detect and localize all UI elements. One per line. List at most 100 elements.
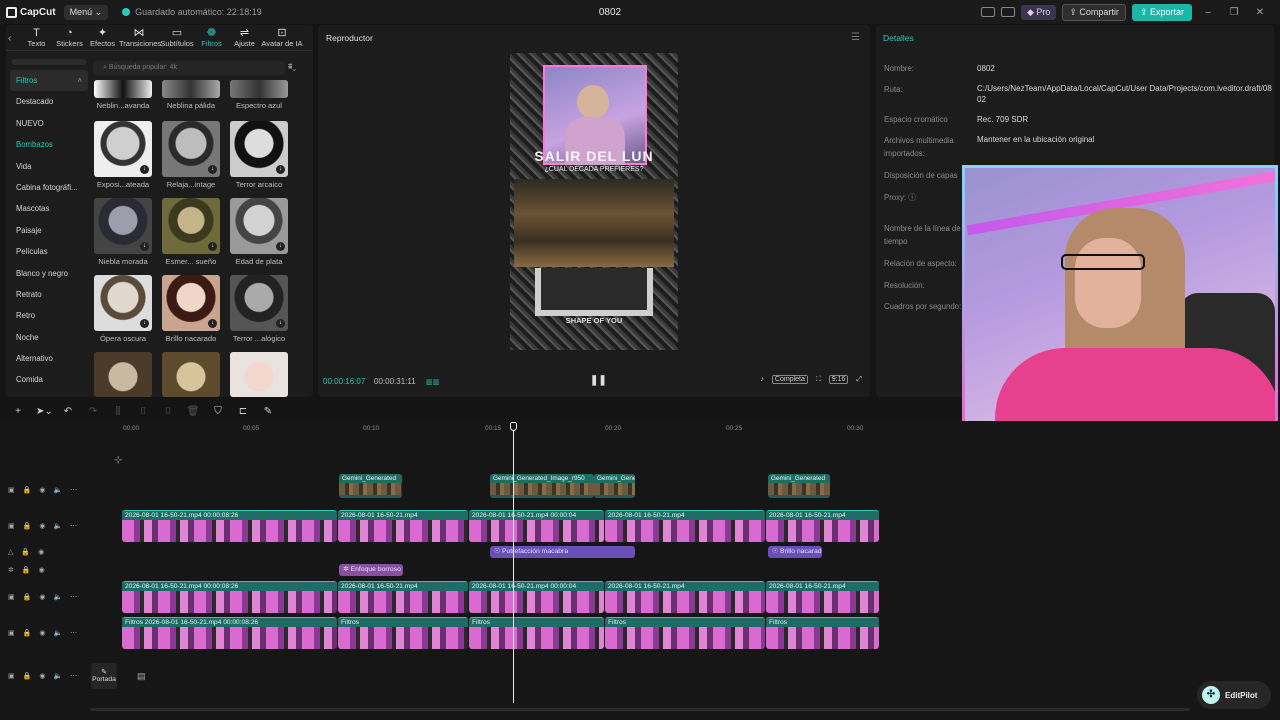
- quality-select[interactable]: Completa: [771, 375, 808, 384]
- tab-ajuste[interactable]: ⇌ Ajuste: [228, 27, 261, 50]
- video-clip[interactable]: Filtros 2026-08-01 16-50-21.mp4 00:00:08…: [122, 617, 337, 649]
- eye-icon[interactable]: ◉: [39, 522, 45, 530]
- fit-screen-icon[interactable]: ⛶: [816, 376, 821, 384]
- audio-track-icon[interactable]: ▤: [137, 671, 146, 682]
- category-item[interactable]: Cabina fotográfi...: [10, 177, 88, 198]
- add-icon[interactable]: +: [11, 406, 25, 417]
- category-item[interactable]: Películas: [10, 241, 88, 262]
- speaker-icon[interactable]: 🔈: [53, 629, 62, 637]
- horizontal-scrollbar[interactable]: [90, 708, 1190, 711]
- category-item[interactable]: Blanco y negro: [10, 263, 88, 284]
- filter-card[interactable]: Neblin...avanda: [94, 80, 152, 110]
- category-filtros[interactable]: Filtros ˄: [10, 70, 88, 92]
- filter-search-input[interactable]: ⌕ Búsqueda popular: 4k: [93, 61, 285, 75]
- info-icon[interactable]: ⓘ: [908, 193, 916, 202]
- category-item[interactable]: Retro: [10, 305, 88, 326]
- video-clip[interactable]: 2026-08-01 16-50-21.mp4: [338, 510, 468, 542]
- eye-icon[interactable]: ◉: [38, 548, 44, 556]
- sticker-clip[interactable]: Gemini_Generated: [339, 474, 402, 498]
- video-clip[interactable]: 2026-08-01 16-50-21.mp4: [766, 510, 879, 542]
- category-item[interactable]: Comida: [10, 369, 88, 390]
- category-item[interactable]: Noche: [10, 327, 88, 348]
- crosshair-icon[interactable]: ⊹: [114, 455, 122, 466]
- filter-card[interactable]: [230, 352, 288, 397]
- lock-icon[interactable]: 🔒: [23, 593, 32, 601]
- tab-stickers[interactable]: ◔ Stickers: [53, 27, 86, 50]
- video-clip[interactable]: 2026-08-01 16-50-21.mp4 00:00:08:26: [122, 510, 337, 542]
- video-clip[interactable]: Filtros: [338, 617, 468, 649]
- speaker-icon[interactable]: 🔈: [53, 486, 62, 494]
- keyboard-icon[interactable]: [1000, 7, 1015, 17]
- filter-card[interactable]: [94, 352, 152, 397]
- category-item[interactable]: Vida: [10, 156, 88, 177]
- more-icon[interactable]: ⋯: [70, 522, 77, 530]
- effect-clip[interactable]: ☉ Brillo nacarad: [768, 546, 822, 558]
- eye-icon[interactable]: ◉: [39, 593, 45, 601]
- maximize-icon[interactable]: ❐: [1224, 7, 1244, 18]
- lock-icon[interactable]: 🔒: [23, 522, 32, 530]
- cover-button[interactable]: ✎ Portada: [91, 663, 117, 689]
- filter-card[interactable]: ↓ Relaja...intage: [162, 121, 220, 189]
- video-clip[interactable]: 2026-08-01 16-50-21.mp4 00:00:08:26: [122, 581, 337, 613]
- shield-icon[interactable]: ⛉: [211, 406, 225, 417]
- video-preview[interactable]: SALIR DEL LUN ¿CUÁL DÉCADA PREFIERES? SH…: [510, 53, 678, 350]
- time-ruler[interactable]: 00:00 00:05 00:10 00:15 00:20 00:25 00:3…: [90, 421, 1280, 437]
- speaker-icon[interactable]: 🔈: [53, 522, 62, 530]
- filter-card[interactable]: ↓ Esmer... sueño: [162, 198, 220, 266]
- share-button[interactable]: ⇪ Compartir: [1062, 3, 1126, 21]
- tiktok-icon[interactable]: ♪: [760, 376, 764, 383]
- tab-avatar[interactable]: ⊡ Avatar de IA: [261, 27, 303, 50]
- filter-card[interactable]: ↓ Brillo nacarado: [162, 275, 220, 343]
- minimize-icon[interactable]: –: [1198, 7, 1218, 18]
- filter-card[interactable]: [162, 352, 220, 397]
- filter-card[interactable]: Espectro azul: [230, 80, 288, 110]
- eye-icon[interactable]: ◉: [39, 629, 45, 637]
- tab-subtitulos[interactable]: ▭ Subtítulos: [159, 27, 195, 50]
- video-clip[interactable]: 2026-08-01 16-50-21.mp4: [605, 510, 765, 542]
- chevron-left-icon[interactable]: ‹: [8, 33, 20, 44]
- video-clip[interactable]: Filtros: [469, 617, 604, 649]
- layout-icon[interactable]: [980, 7, 995, 17]
- tab-transiciones[interactable]: ⋈ Transiciones: [119, 27, 161, 50]
- lock-icon[interactable]: 🔒: [23, 486, 32, 494]
- undo-icon[interactable]: ↶: [61, 406, 75, 417]
- more-icon[interactable]: ⋯: [70, 629, 77, 637]
- speaker-icon[interactable]: 🔈: [53, 672, 62, 680]
- more-icon[interactable]: ⋯: [70, 486, 77, 494]
- lock-icon[interactable]: 🔒: [23, 629, 32, 637]
- split-icon[interactable]: ⫼: [111, 406, 125, 417]
- export-button[interactable]: ⇪ Exportar: [1131, 3, 1192, 21]
- filter-card[interactable]: ↓ Edad de plata: [230, 198, 288, 266]
- crop-icon[interactable]: ⊏: [236, 406, 250, 417]
- redo-icon[interactable]: ↷: [86, 406, 100, 417]
- video-clip[interactable]: 2026-08-01 16-50-21.mp4 00:00:04: [469, 581, 604, 613]
- sticker-clip[interactable]: Gemini_Gene: [594, 474, 635, 498]
- split-right-icon[interactable]: ⌷: [161, 406, 175, 417]
- category-item[interactable]: Alternativo: [10, 348, 88, 369]
- lock-icon[interactable]: 🔒: [21, 548, 30, 556]
- split-left-icon[interactable]: ⌷: [136, 406, 150, 417]
- sticker-clip[interactable]: Gemini_Generated: [768, 474, 830, 498]
- video-clip[interactable]: 2026-08-01 16-50-21.mp4 00:00:04: [469, 510, 604, 542]
- lock-icon[interactable]: 🔒: [23, 672, 32, 680]
- effect-clip[interactable]: ☉ Putrefacción macabra: [490, 546, 635, 558]
- lock-icon[interactable]: 🔒: [22, 566, 31, 574]
- video-clip[interactable]: 2026-08-01 16-50-21.mp4: [605, 581, 765, 613]
- more-icon[interactable]: ⋯: [70, 672, 77, 680]
- pause-icon[interactable]: ❚❚: [590, 375, 607, 386]
- video-clip[interactable]: Filtros: [605, 617, 765, 649]
- category-item[interactable]: Bombazos: [10, 134, 88, 155]
- filter-card[interactable]: ↓ Terror arcaico: [230, 121, 288, 189]
- timeline[interactable]: 00:00 00:05 00:10 00:15 00:20 00:25 00:3…: [0, 421, 1280, 720]
- close-icon[interactable]: ✕: [1250, 7, 1270, 18]
- tab-efectos[interactable]: ✦ Efectos: [86, 27, 119, 50]
- category-item[interactable]: Mascotas: [10, 198, 88, 219]
- menu-button[interactable]: Menú ⌄: [63, 4, 109, 20]
- aspect-ratio-select[interactable]: 9:16: [828, 375, 849, 384]
- filter-card[interactable]: ↓ Exposi...ateada: [94, 121, 152, 189]
- video-clip[interactable]: 2026-08-01 16-50-21.mp4: [338, 581, 468, 613]
- cursor-icon[interactable]: ➤⌄: [36, 406, 53, 417]
- speaker-icon[interactable]: 🔈: [53, 593, 62, 601]
- effect-clip[interactable]: ✲ Enfoque borroso: [339, 564, 403, 576]
- video-clip[interactable]: Filtros: [766, 617, 879, 649]
